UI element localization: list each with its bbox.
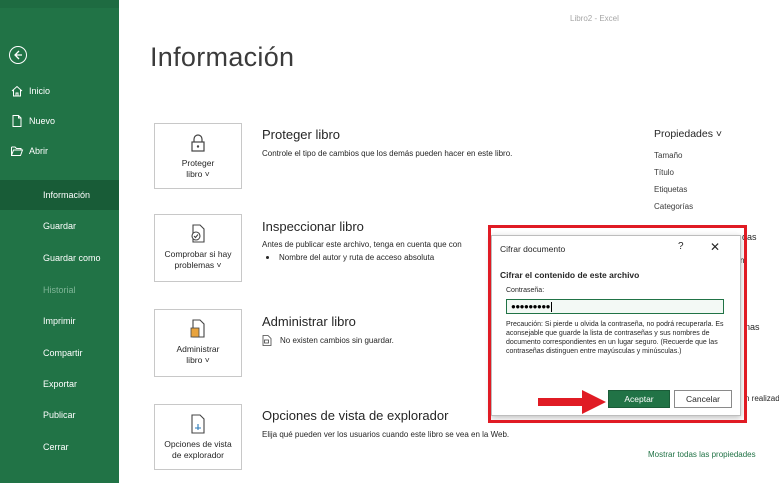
nav-guardar-label: Guardar <box>43 221 77 231</box>
check-issues-label-1: Comprobar si hay <box>164 249 232 259</box>
props-partial-text-4: n realizada <box>745 394 779 403</box>
props-partial-text-3: nas <box>745 322 760 332</box>
protect-workbook-label-2: libro ˅ <box>186 169 210 179</box>
protect-workbook-button[interactable]: Proteger libro ˅ <box>154 123 242 189</box>
backstage-sidebar: Inicio Nuevo Abrir Información Guardar G… <box>0 0 119 483</box>
highlight-box <box>488 225 747 423</box>
nav-nuevo[interactable]: Nuevo <box>0 106 119 136</box>
manage-workbook-label-2: libro ˅ <box>186 355 210 365</box>
prop-title[interactable]: Título <box>654 168 674 177</box>
new-document-icon <box>12 115 22 127</box>
bullet-dot <box>266 255 269 259</box>
inspect-workbook-title: Inspeccionar libro <box>262 219 364 234</box>
nav-compartir-label: Compartir <box>43 348 83 358</box>
nav-informacion-label: Información <box>43 190 91 200</box>
protect-workbook-description: Controle el tipo de cambios que los demá… <box>262 149 513 158</box>
lock-icon <box>191 134 205 152</box>
manage-workbook-label-1: Administrar <box>176 344 220 354</box>
nav-abrir-label: Abrir <box>29 146 49 156</box>
inspect-document-icon <box>191 224 205 243</box>
page-title: Información <box>150 42 295 72</box>
prop-tags[interactable]: Etiquetas <box>654 185 687 194</box>
window-title: Libro2 - Excel <box>570 14 619 23</box>
prop-categories[interactable]: Categorías <box>654 202 693 211</box>
nav-cerrar-label: Cerrar <box>43 442 69 452</box>
nav-informacion[interactable]: Información <box>0 180 119 210</box>
open-folder-icon <box>11 146 24 156</box>
inspect-workbook-description: Antes de publicar este archivo, tenga en… <box>262 240 462 249</box>
nav-historial: Historial <box>0 275 119 305</box>
nav-guardar-como[interactable]: Guardar como <box>0 243 119 273</box>
nav-nuevo-label: Nuevo <box>29 116 56 126</box>
manage-workbook-note: No existen cambios sin guardar. <box>262 335 394 346</box>
nav-historial-label: Historial <box>43 285 76 295</box>
manage-workbook-button[interactable]: Administrar libro ˅ <box>154 309 242 377</box>
inspect-workbook-bullet-text: Nombre del autor y ruta de acceso absolu… <box>279 253 435 262</box>
nav-cerrar[interactable]: Cerrar <box>0 432 119 462</box>
protect-workbook-title: Proteger libro <box>262 127 341 142</box>
browser-view-icon <box>191 414 205 434</box>
check-issues-button[interactable]: Comprobar si hay problemas ˅ <box>154 214 242 282</box>
home-icon <box>11 85 23 97</box>
prop-size: Tamaño <box>654 151 683 160</box>
inspect-workbook-bullet: Nombre del autor y ruta de acceso absolu… <box>262 253 434 262</box>
nav-guardar[interactable]: Guardar <box>0 211 119 241</box>
nav-guardar-como-label: Guardar como <box>43 253 101 263</box>
check-issues-label-2: problemas ˅ <box>174 260 222 270</box>
nav-exportar[interactable]: Exportar <box>0 369 119 399</box>
nav-publicar[interactable]: Publicar <box>0 400 119 430</box>
sidebar-top-strip <box>0 0 119 8</box>
browser-view-title: Opciones de vista de explorador <box>262 408 449 423</box>
nav-abrir[interactable]: Abrir <box>0 136 119 166</box>
nav-compartir[interactable]: Compartir <box>0 338 119 368</box>
red-arrow-icon <box>538 390 606 414</box>
show-all-properties-link[interactable]: Mostrar todas las propiedades <box>648 450 756 459</box>
manage-workbook-icon <box>190 319 205 338</box>
document-small-icon <box>262 335 272 346</box>
browser-view-label-1: Opciones de vista <box>164 439 232 449</box>
nav-publicar-label: Publicar <box>43 410 76 420</box>
nav-inicio-label: Inicio <box>29 86 51 96</box>
nav-imprimir[interactable]: Imprimir <box>0 306 119 336</box>
manage-workbook-note-text: No existen cambios sin guardar. <box>280 336 394 345</box>
back-arrow-icon[interactable] <box>9 46 27 64</box>
nav-imprimir-label: Imprimir <box>43 316 76 326</box>
properties-heading[interactable]: Propiedades ˅ <box>654 128 722 140</box>
browser-view-label-2: de explorador <box>172 450 224 460</box>
manage-workbook-title: Administrar libro <box>262 314 356 329</box>
protect-workbook-label-1: Proteger <box>181 158 215 168</box>
browser-view-description: Elija qué pueden ver los usuarios cuando… <box>262 430 510 439</box>
browser-view-options-button[interactable]: Opciones de vista de explorador <box>154 404 242 470</box>
nav-inicio[interactable]: Inicio <box>0 76 119 106</box>
nav-exportar-label: Exportar <box>43 379 78 389</box>
